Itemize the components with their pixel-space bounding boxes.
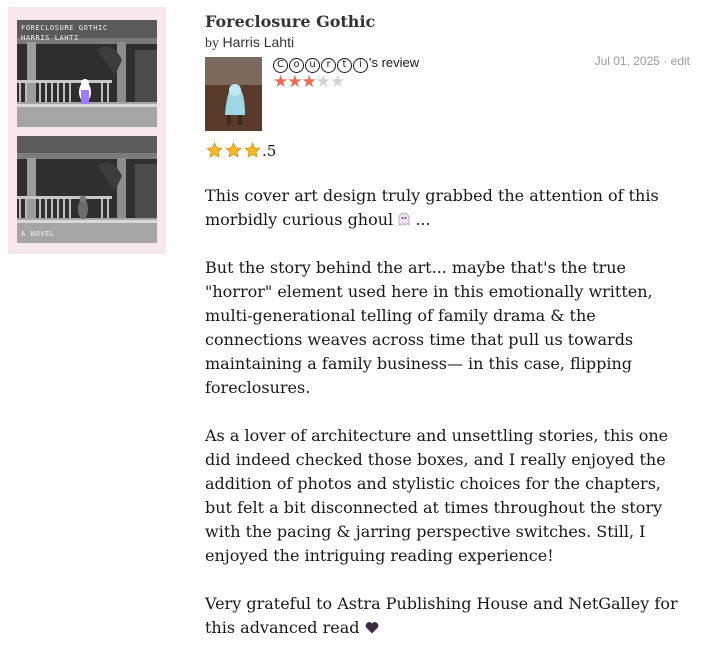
- review-suffix: 's review: [369, 55, 420, 70]
- review-ellipsis: ...: [415, 210, 431, 229]
- reviewer-letter: t: [337, 58, 352, 73]
- edit-link[interactable]: edit: [671, 54, 690, 68]
- reviewer-letter: u: [305, 58, 320, 73]
- gold-star-icon: [206, 142, 223, 158]
- book-title[interactable]: Foreclosure Gothic: [205, 12, 375, 31]
- star-empty-icon: ★: [330, 72, 345, 92]
- cover-footer-text: A NOVEL: [21, 230, 55, 238]
- star-empty-icon: ★: [315, 72, 331, 92]
- star-filled-icon: ★: [273, 72, 288, 92]
- review-date[interactable]: Jul 01, 2025: [595, 54, 660, 68]
- byline: by Harris Lahti: [205, 34, 294, 52]
- reviewer-letter: C: [273, 58, 288, 73]
- review-paragraph: As a lover of architecture and unsettlin…: [205, 426, 669, 565]
- review-paragraph: But the story behind the art... maybe th…: [205, 258, 653, 397]
- author-link[interactable]: Harris Lahti: [223, 34, 295, 50]
- rating-fraction: .5: [262, 141, 277, 160]
- review-paragraph: This cover art design truly grabbed the …: [205, 184, 693, 232]
- reviewer-letter: o: [289, 58, 304, 73]
- gold-star-icon: [225, 142, 242, 158]
- star-filled-icon: ★: [287, 72, 302, 92]
- by-prefix: by: [205, 36, 219, 51]
- review-paragraph-text: Very grateful to Astra Publishing House …: [205, 594, 678, 637]
- cover-photo-porch-glowing-figure: FORECLOSURE GOTHIC HARRIS LAHTI: [17, 20, 157, 127]
- reviewer-avatar[interactable]: [205, 57, 262, 131]
- star-filled-icon: ★: [301, 72, 317, 92]
- review-paragraph-text: This cover art design truly grabbed the …: [205, 186, 659, 229]
- star-rating: ★★★★★: [273, 72, 345, 92]
- book-cover[interactable]: FORECLOSURE GOTHIC HARRIS LAHTI A NOVEL: [8, 7, 166, 254]
- review-text: This cover art design truly grabbed the …: [205, 184, 693, 664]
- cover-author-text: HARRIS LAHTI: [21, 34, 79, 42]
- emoji-star-rating: .5: [206, 140, 276, 160]
- gold-star-icon: [244, 142, 261, 158]
- ghost-icon: [398, 209, 410, 226]
- cover-photo-porch-dark-figure: A NOVEL: [17, 136, 157, 243]
- reviewer-letter: i: [353, 58, 368, 73]
- review-meta: Jul 01, 2025 · edit: [595, 54, 690, 68]
- review-paragraph: Very grateful to Astra Publishing House …: [205, 592, 693, 640]
- heart-icon: [365, 617, 379, 634]
- meta-separator: ·: [663, 54, 668, 68]
- reviewer-name-link[interactable]: Co u r t i's review: [273, 55, 419, 73]
- reviewer-letter: r: [321, 58, 336, 73]
- cover-title-text: FORECLOSURE GOTHIC: [21, 24, 108, 32]
